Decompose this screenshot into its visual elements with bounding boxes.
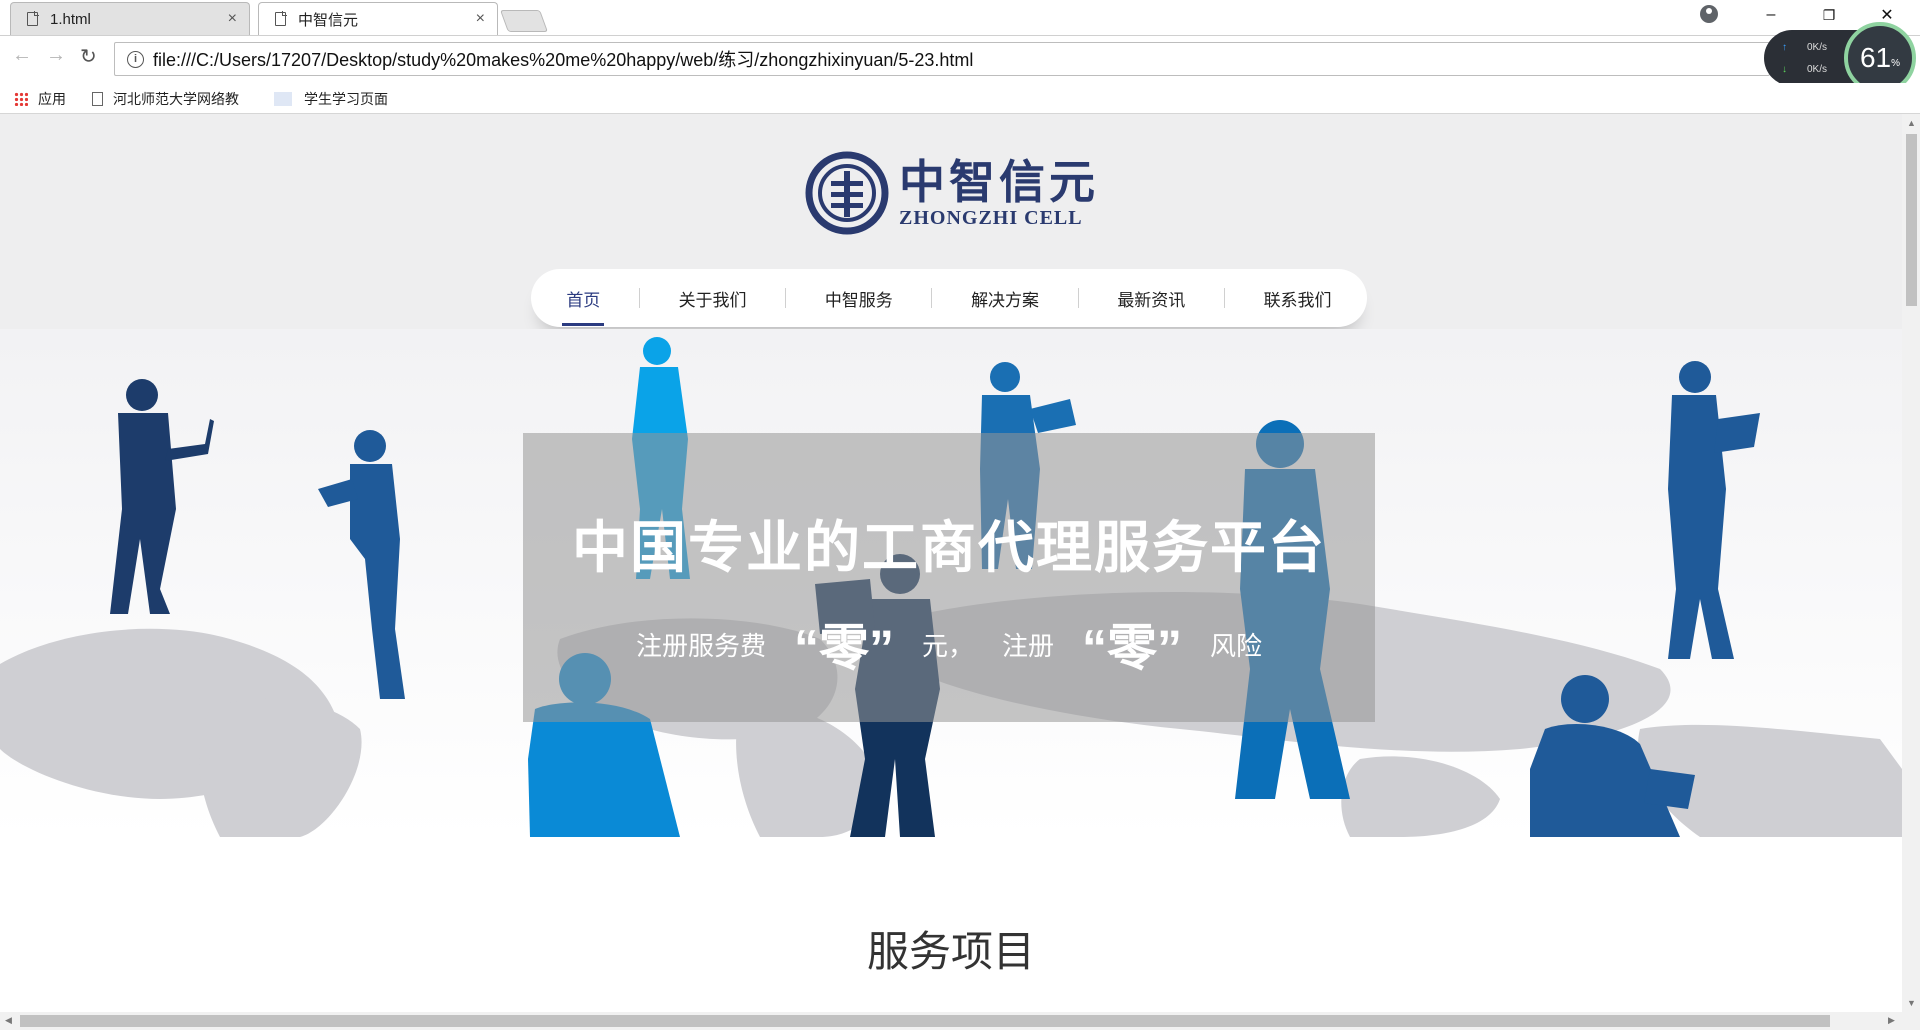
logo-chinese-name: 中智信元 [899, 155, 1099, 208]
vertical-scrollbar[interactable]: ▲ ▼ [1902, 114, 1920, 1012]
scroll-down-arrow-icon[interactable]: ▼ [1907, 998, 1916, 1008]
hero-sub-text: 注册 [1002, 630, 1055, 661]
gauge-value: 61 [1859, 42, 1892, 73]
tab-zhongzhi[interactable]: 中智信元 × [258, 2, 498, 35]
hero-subline: 注册服务费 “零” 元， 注册 “零” 风险 [523, 608, 1375, 680]
hero-zero-emphasis: “零” [793, 620, 894, 676]
download-arrow-icon: ↓ [1782, 64, 1787, 75]
hero-overlay: 中国专业的工商代理服务平台 注册服务费 “零” 元， 注册 “零” 风险 [523, 433, 1375, 722]
site-header: 中智信元 ZHONGZHI CELL 首页 关于我们 中智服务 解决方案 最新资… [0, 114, 1902, 329]
restore-button[interactable]: ❐ [1806, 0, 1852, 30]
scroll-left-arrow-icon[interactable]: ◀ [5, 1015, 12, 1026]
nav-divider [1223, 288, 1225, 308]
back-arrow-icon[interactable]: ← [12, 44, 32, 67]
scroll-up-arrow-icon[interactable]: ▲ [1907, 118, 1916, 128]
bookmark-label: 应用 [38, 91, 66, 107]
nav-divider [931, 288, 933, 308]
browser-toolbar: ← → ↻ i file:///C:/Users/17207/Desktop/s… [0, 35, 1920, 84]
bookmark-label: 学生学习页面 [304, 91, 388, 107]
logo-mark-icon [805, 151, 889, 235]
close-tab-icon[interactable]: × [228, 10, 237, 28]
nav-news[interactable]: 最新资讯 [1113, 286, 1189, 311]
info-icon[interactable]: i [127, 50, 144, 68]
nav-about[interactable]: 关于我们 [675, 286, 751, 311]
document-icon [27, 11, 39, 26]
nav-divider [785, 288, 787, 308]
network-speed-widget: ↑ 0K/s ↓ 0K/s 61% [1764, 22, 1916, 94]
bookmark-label: 河北师范大学网络教 [113, 91, 239, 107]
tab-title: 中智信元 [298, 11, 359, 29]
page-thumbnail-icon [274, 92, 292, 106]
tab-1-html[interactable]: 1.html × [10, 2, 250, 35]
bookmark-student[interactable]: 学生学习页面 [274, 89, 388, 109]
nav-contact[interactable]: 联系我们 [1260, 286, 1336, 311]
hero-headline: 中国专业的工商代理服务平台 [572, 516, 1326, 579]
address-text: file:///C:/Users/17207/Desktop/study%20m… [153, 50, 974, 70]
upload-arrow-icon: ↑ [1782, 42, 1787, 53]
vertical-scroll-thumb[interactable] [1906, 134, 1917, 306]
site-logo[interactable]: 中智信元 ZHONGZHI CELL [805, 151, 1099, 235]
bookmark-hebei[interactable]: 河北师范大学网络教 [92, 89, 239, 109]
forward-arrow-icon[interactable]: → [46, 44, 66, 67]
bookmark-apps[interactable]: 应用 [14, 89, 66, 109]
close-tab-icon[interactable]: × [476, 10, 485, 28]
nav-solutions[interactable]: 解决方案 [967, 286, 1043, 311]
logo-english-name: ZHONGZHI CELL [899, 206, 1083, 229]
apps-grid-icon [14, 92, 28, 106]
reload-icon[interactable]: ↻ [80, 44, 97, 69]
document-icon [92, 92, 103, 106]
horizontal-scrollbar[interactable]: ◀ ▶ [0, 1012, 1920, 1030]
nav-services[interactable]: 中智服务 [821, 286, 897, 311]
horizontal-scroll-thumb[interactable] [20, 1015, 1830, 1027]
nav-home[interactable]: 首页 [562, 286, 605, 326]
nav-divider [1077, 288, 1079, 308]
upload-speed: 0K/s [1807, 42, 1828, 53]
new-tab-button[interactable] [499, 10, 549, 32]
hero-sub-text: 风险 [1210, 630, 1263, 661]
nav-divider [638, 288, 640, 308]
document-icon [275, 11, 287, 26]
download-speed: 0K/s [1807, 64, 1828, 75]
account-icon[interactable] [1700, 5, 1718, 23]
main-nav: 首页 关于我们 中智服务 解决方案 最新资讯 联系我们 [531, 269, 1367, 327]
address-bar[interactable]: i file:///C:/Users/17207/Desktop/study%2… [114, 42, 1770, 76]
hero-banner: 中国专业的工商代理服务平台 注册服务费 “零” 元， 注册 “零” 风险 [0, 329, 1902, 837]
page-viewport: 中智信元 ZHONGZHI CELL 首页 关于我们 中智服务 解决方案 最新资… [0, 114, 1902, 1012]
scroll-right-arrow-icon[interactable]: ▶ [1888, 1015, 1895, 1026]
minimize-button[interactable]: – [1748, 0, 1794, 30]
hero-zero-emphasis: “零” [1082, 620, 1183, 676]
bookmarks-bar: 应用 河北师范大学网络教 学生学习页面 [0, 83, 1920, 114]
gauge-unit: % [1891, 57, 1901, 69]
tab-strip: 1.html × 中智信元 × – ❐ ✕ [0, 0, 1920, 35]
tab-title: 1.html [50, 10, 91, 28]
hero-sub-text: 注册服务费 [635, 630, 766, 661]
services-section-title: 服务项目 [866, 928, 1035, 975]
hero-sub-text: 元， [921, 630, 974, 661]
